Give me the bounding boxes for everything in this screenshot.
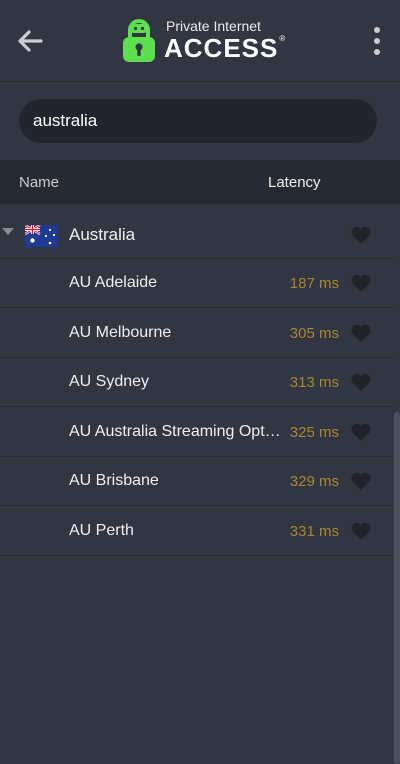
region-name: AU Australia Streaming Optimized xyxy=(69,422,281,440)
region-name: AU Perth xyxy=(69,522,134,539)
favorite-heart-icon[interactable] xyxy=(350,372,372,392)
scrollbar[interactable] xyxy=(394,412,400,764)
column-latency-header[interactable]: Latency xyxy=(268,174,321,191)
region-name: AU Melbourne xyxy=(69,323,172,341)
favorite-heart-icon[interactable] xyxy=(350,422,372,442)
region-row[interactable]: AU Perth 331 ms xyxy=(0,507,393,556)
region-row[interactable]: AU Melbourne 305 ms xyxy=(0,309,393,358)
region-name: AU Adelaide xyxy=(69,274,158,291)
registered-mark: ® xyxy=(279,34,287,43)
country-group-australia[interactable]: Australia xyxy=(0,209,393,259)
favorite-heart-icon[interactable] xyxy=(350,323,372,343)
arrow-left-icon xyxy=(18,30,43,52)
australia-flag-icon xyxy=(25,225,58,247)
region-latency: 313 ms xyxy=(289,374,339,392)
brand-small-text: Private Internet xyxy=(166,18,261,34)
column-header-bar: Name Latency xyxy=(0,160,400,204)
region-row[interactable]: AU Brisbane 329 ms xyxy=(0,457,393,507)
menu-button[interactable] xyxy=(368,24,386,58)
favorite-heart-icon[interactable] xyxy=(350,225,372,245)
column-name-header[interactable]: Name xyxy=(19,174,59,191)
region-latency: 187 ms xyxy=(289,275,339,292)
region-latency: 329 ms xyxy=(289,473,339,491)
region-latency: 331 ms xyxy=(289,523,339,540)
favorite-heart-icon[interactable] xyxy=(350,521,372,541)
kebab-menu-icon xyxy=(374,27,380,55)
padlock-robot-icon xyxy=(123,19,155,62)
back-button[interactable] xyxy=(14,27,46,55)
country-group-label: Australia xyxy=(69,225,136,244)
region-list: Australia AU Adelaide 187 ms AU Melbourn… xyxy=(0,204,400,764)
region-latency: 305 ms xyxy=(289,324,339,342)
favorite-heart-icon[interactable] xyxy=(350,273,372,293)
brand-wordmark: ACCESS xyxy=(164,33,279,63)
region-search-input[interactable] xyxy=(19,99,377,143)
region-name: AU Sydney xyxy=(69,373,150,391)
brand-large-text: ACCESS® xyxy=(164,33,287,63)
region-latency: 325 ms xyxy=(289,423,339,441)
region-row[interactable]: AU Australia Streaming Optimized 325 ms xyxy=(0,408,393,457)
region-row[interactable]: AU Sydney 313 ms xyxy=(0,358,393,408)
pia-logo: Private Internet ACCESS® xyxy=(120,10,286,70)
search-area xyxy=(0,82,400,160)
region-row[interactable]: AU Adelaide 187 ms xyxy=(0,259,393,308)
app-header: Private Internet ACCESS® xyxy=(0,0,400,82)
favorite-heart-icon[interactable] xyxy=(350,471,372,491)
region-name: AU Brisbane xyxy=(69,472,159,490)
expand-arrow-icon[interactable] xyxy=(2,228,14,235)
